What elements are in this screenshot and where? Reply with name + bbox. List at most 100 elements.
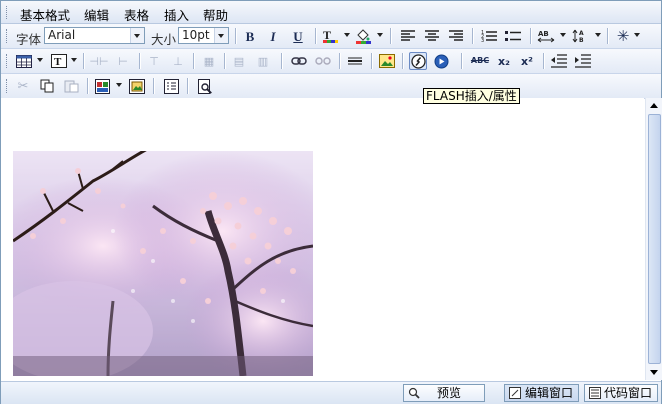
table-button[interactable] [15,52,33,70]
font-color-button[interactable]: T [321,27,339,45]
paste-button[interactable] [62,77,80,95]
toolbar-grip[interactable] [6,29,10,43]
separator [187,78,189,94]
special-char-button[interactable]: ✳ [614,27,632,45]
line-spacing-button[interactable]: AB [572,27,590,45]
link-icon [291,57,307,65]
bullet-list-icon [505,31,521,41]
letter-spacing-button[interactable]: AB [537,27,555,45]
separator [339,53,341,69]
highlight-color-button[interactable] [354,27,372,45]
insert-media-button[interactable] [432,52,450,70]
separator [461,53,463,69]
separator [83,53,85,69]
letter-spacing-icon: AB [537,30,555,43]
print-preview-button[interactable] [196,77,214,95]
separator [153,78,155,94]
background-image-button[interactable] [128,77,146,95]
insert-flash-button[interactable] [409,52,427,70]
superscript-button[interactable]: x² [518,52,536,70]
scrollbar-thumb[interactable] [648,114,661,364]
chevron-down-icon[interactable] [71,58,77,62]
cell-properties-button[interactable]: ▦ [200,52,218,70]
outdent-icon [551,54,567,68]
unlink-icon [315,57,331,65]
chevron-down-icon[interactable] [116,83,122,87]
editor-content-area[interactable] [1,98,644,380]
indent-icon [575,54,591,68]
chevron-down-icon[interactable] [214,28,228,43]
preview-button[interactable]: 预览 [403,384,485,402]
underline-button[interactable]: U [289,27,307,45]
numbered-list-button[interactable]: 123 [480,27,498,45]
separator [530,28,532,44]
table-icon [16,54,32,68]
chevron-down-icon[interactable] [130,28,144,43]
menu-help[interactable]: 帮助 [203,5,228,24]
menu-table[interactable]: 表格 [124,5,149,24]
cut-button[interactable]: ✂ [14,77,32,95]
insert-row-button[interactable]: ⊥ [169,52,187,70]
font-size-select[interactable]: 10pt [178,27,229,44]
cell-icon: ▦ [203,54,215,68]
bold-button[interactable]: B [241,27,259,45]
format-toolbar: 字体 Arial 大小 10pt B I U T 1 2 3 AB A B ✳ [1,24,661,49]
table-split-button[interactable]: ⊣⊢ [89,52,109,70]
split-icon: ⊣⊢ [89,54,109,68]
grid-icon: ▤ [233,54,245,68]
align-left-button[interactable] [399,27,417,45]
separator [371,53,373,69]
menu-basic-format[interactable]: 基本格式 [20,5,70,24]
separator [472,28,474,44]
insert-image-button[interactable] [378,52,396,70]
chevron-down-icon[interactable] [634,33,640,37]
chevron-down-icon[interactable] [377,33,383,37]
menu-insert[interactable]: 插入 [164,5,189,24]
copy-button[interactable] [38,77,56,95]
menu-edit[interactable]: 编辑 [84,5,109,24]
media-player-icon [434,54,448,68]
align-left-icon [401,30,415,41]
indent-button[interactable] [574,52,592,70]
italic-button[interactable]: I [264,27,282,45]
row-properties-button[interactable]: ▤ [230,52,248,70]
edit-window-button[interactable]: 编辑窗口 [504,384,579,402]
subscript-button[interactable]: x₂ [495,52,513,70]
scissors-icon: ✂ [17,78,29,94]
code-window-button[interactable]: 代码窗口 [584,384,658,402]
chevron-down-icon[interactable] [37,58,43,62]
font-family-select[interactable]: Arial [44,27,145,44]
toolbar-grip[interactable] [6,54,10,68]
cherry-blossom-image[interactable] [13,151,313,376]
insert-column-button[interactable]: ⊤ [145,52,163,70]
align-center-button[interactable] [423,27,441,45]
textbox-icon: T [51,54,67,68]
chevron-down-icon[interactable] [560,33,566,37]
toolbar-grip[interactable] [6,79,10,93]
page-properties-button[interactable] [162,77,180,95]
spell-check-button[interactable]: ABC [469,52,491,70]
flash-icon [410,53,426,69]
separator [281,53,283,69]
table-merge-button[interactable]: ⊢ [114,52,132,70]
scroll-down-arrow-icon[interactable] [646,366,662,380]
scroll-up-arrow-icon[interactable] [646,98,662,112]
bullet-list-button[interactable] [504,27,522,45]
column-properties-button[interactable]: ▥ [254,52,272,70]
align-right-button[interactable] [447,27,465,45]
link-button[interactable] [290,52,308,70]
horizontal-rule-button[interactable] [346,52,364,70]
edit-toolbar: ✂ [1,74,661,99]
status-bar: 预览 编辑窗口 代码窗口 [1,381,661,404]
unlink-button[interactable] [314,52,332,70]
outdent-button[interactable] [550,52,568,70]
separator [87,78,89,94]
svg-text:B: B [579,37,584,43]
toolbar-grip[interactable] [6,6,10,19]
chevron-down-icon[interactable] [344,33,350,37]
vertical-scrollbar[interactable] [645,98,662,380]
textbox-button[interactable]: T [50,52,68,70]
template-button[interactable] [94,77,112,95]
menu-bar: 基本格式 编辑 表格 插入 帮助 [1,1,661,24]
chevron-down-icon[interactable] [595,33,601,37]
